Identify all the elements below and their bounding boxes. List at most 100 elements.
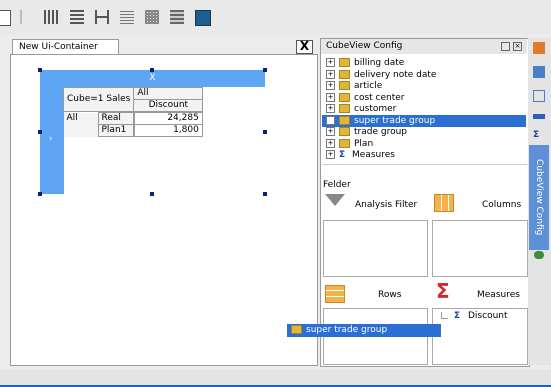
rows-label: Rows bbox=[378, 290, 402, 300]
tool-icon[interactable] bbox=[533, 114, 545, 119]
all-header[interactable]: All bbox=[133, 87, 204, 100]
monitor-icon[interactable] bbox=[195, 10, 211, 26]
pivot-row-bar[interactable]: › bbox=[40, 87, 64, 194]
tree-item-label: super trade group bbox=[354, 116, 436, 126]
config-title-bar: CubeView Config × bbox=[321, 39, 527, 54]
config-title: CubeView Config bbox=[326, 41, 403, 51]
tool-icon[interactable] bbox=[533, 90, 545, 102]
cube-label: Cube=1 Sales bbox=[62, 87, 135, 112]
value-cell: 1,800 bbox=[133, 124, 203, 137]
tree-item[interactable]: + Σ Measures bbox=[326, 150, 395, 161]
pivot-header-bar[interactable]: X bbox=[40, 70, 265, 87]
analysis-filter-dropzone[interactable] bbox=[323, 220, 428, 277]
tree-item-label: delivery note date bbox=[354, 70, 437, 80]
filter-icon bbox=[325, 194, 345, 206]
resize-handle[interactable] bbox=[150, 68, 154, 72]
tree-item[interactable]: + article bbox=[326, 81, 382, 92]
tree-item[interactable]: + Plan bbox=[326, 139, 373, 150]
tree-item-label: article bbox=[354, 81, 383, 91]
measure-item[interactable]: Discount bbox=[468, 311, 508, 321]
columns-icon bbox=[434, 194, 454, 212]
tree-item-label: cost center bbox=[354, 93, 405, 103]
folder-icon bbox=[339, 127, 350, 136]
value-cell-group: 24,285 1,800 bbox=[133, 112, 203, 137]
resize-handle[interactable] bbox=[263, 68, 267, 72]
expand-icon[interactable]: + bbox=[326, 93, 335, 102]
columns-label: Columns bbox=[482, 200, 522, 210]
columns-dropzone[interactable] bbox=[432, 220, 528, 277]
expand-icon[interactable]: + bbox=[326, 150, 335, 159]
row-label[interactable]: Real bbox=[97, 112, 134, 125]
grid-icon[interactable] bbox=[145, 10, 159, 24]
tab-new-ui-container[interactable]: New Ui-Container bbox=[12, 39, 119, 54]
resize-handle[interactable] bbox=[150, 192, 154, 196]
expand-icon[interactable]: + bbox=[326, 139, 335, 148]
rows-icon[interactable] bbox=[70, 10, 84, 24]
window-icon[interactable] bbox=[0, 10, 11, 26]
restore-icon[interactable] bbox=[501, 42, 510, 51]
measures-label: Measures bbox=[477, 290, 520, 300]
expand-icon[interactable]: + bbox=[326, 127, 335, 136]
width-icon[interactable] bbox=[95, 10, 109, 24]
tree-item[interactable]: + delivery note date bbox=[326, 70, 436, 81]
rows-icon bbox=[325, 285, 345, 303]
separator-icon bbox=[20, 10, 22, 24]
folder-icon bbox=[339, 139, 350, 148]
tool-icon[interactable] bbox=[533, 42, 545, 54]
folder-icon bbox=[339, 93, 350, 102]
tree-item-label: customer bbox=[354, 104, 397, 114]
table-icon[interactable] bbox=[170, 10, 184, 24]
tab-label: New Ui-Container bbox=[19, 42, 98, 52]
tree-line-icon bbox=[441, 312, 448, 319]
divider bbox=[322, 164, 527, 165]
resize-handle[interactable] bbox=[263, 192, 267, 196]
tree-item-label: Plan bbox=[354, 139, 374, 149]
close-icon[interactable]: × bbox=[513, 42, 522, 51]
close-button[interactable]: X bbox=[296, 40, 313, 54]
resize-handle[interactable] bbox=[38, 68, 42, 72]
expand-icon[interactable]: + bbox=[326, 70, 335, 79]
tree-item[interactable]: + cost center bbox=[326, 93, 405, 104]
tree-item[interactable]: + trade group bbox=[326, 127, 407, 138]
tree-item-label: Measures bbox=[352, 150, 395, 160]
pivot-table: Cube=1 Sales All Discount All Real Plan1 bbox=[62, 87, 204, 137]
cubeview-config-tab-label: CubeView Config bbox=[534, 159, 544, 236]
resize-handle[interactable] bbox=[263, 130, 267, 134]
align-icon[interactable] bbox=[120, 10, 134, 24]
toolbar bbox=[0, 0, 551, 34]
folder-icon bbox=[339, 104, 350, 113]
drag-item-label: super trade group bbox=[306, 325, 388, 335]
row-all[interactable]: All bbox=[63, 112, 99, 137]
columns-icon[interactable] bbox=[44, 10, 58, 24]
tree-item[interactable]: + billing date bbox=[326, 58, 404, 69]
row-label[interactable]: Plan1 bbox=[97, 124, 134, 137]
expand-icon[interactable]: + bbox=[326, 104, 335, 113]
expand-label: X bbox=[149, 73, 156, 83]
folder-icon bbox=[339, 116, 350, 125]
sigma-icon[interactable]: Σ bbox=[533, 130, 539, 140]
resize-handle[interactable] bbox=[38, 130, 42, 134]
pivot-table-area: Cube=1 Sales All Discount All Real Plan1 bbox=[62, 87, 265, 194]
folder-icon bbox=[339, 70, 350, 79]
close-label: X bbox=[299, 39, 310, 53]
tree-item-label: billing date bbox=[354, 58, 405, 68]
tree-item[interactable]: + customer bbox=[326, 104, 396, 115]
measures-dropzone[interactable]: Σ Discount bbox=[432, 308, 528, 365]
tool-icon[interactable] bbox=[533, 66, 545, 78]
people-icon[interactable] bbox=[534, 251, 544, 259]
sigma-icon: Σ bbox=[436, 279, 450, 303]
sigma-icon: Σ bbox=[339, 150, 346, 160]
drag-item[interactable]: super trade group bbox=[287, 324, 441, 337]
expand-icon[interactable]: + bbox=[326, 58, 335, 67]
expand-icon[interactable]: + bbox=[326, 81, 335, 90]
chevron-right-icon: › bbox=[49, 134, 53, 144]
folder-icon bbox=[291, 325, 302, 334]
expand-icon[interactable]: + bbox=[326, 116, 335, 125]
folder-icon bbox=[339, 58, 350, 67]
tree-item-selected[interactable]: + super trade group bbox=[326, 116, 435, 127]
value-cell: 24,285 bbox=[133, 112, 203, 125]
tree-item-label: trade group bbox=[354, 127, 407, 137]
resize-handle[interactable] bbox=[38, 192, 42, 196]
folder-icon bbox=[339, 81, 350, 90]
measure-header[interactable]: Discount bbox=[133, 99, 204, 112]
